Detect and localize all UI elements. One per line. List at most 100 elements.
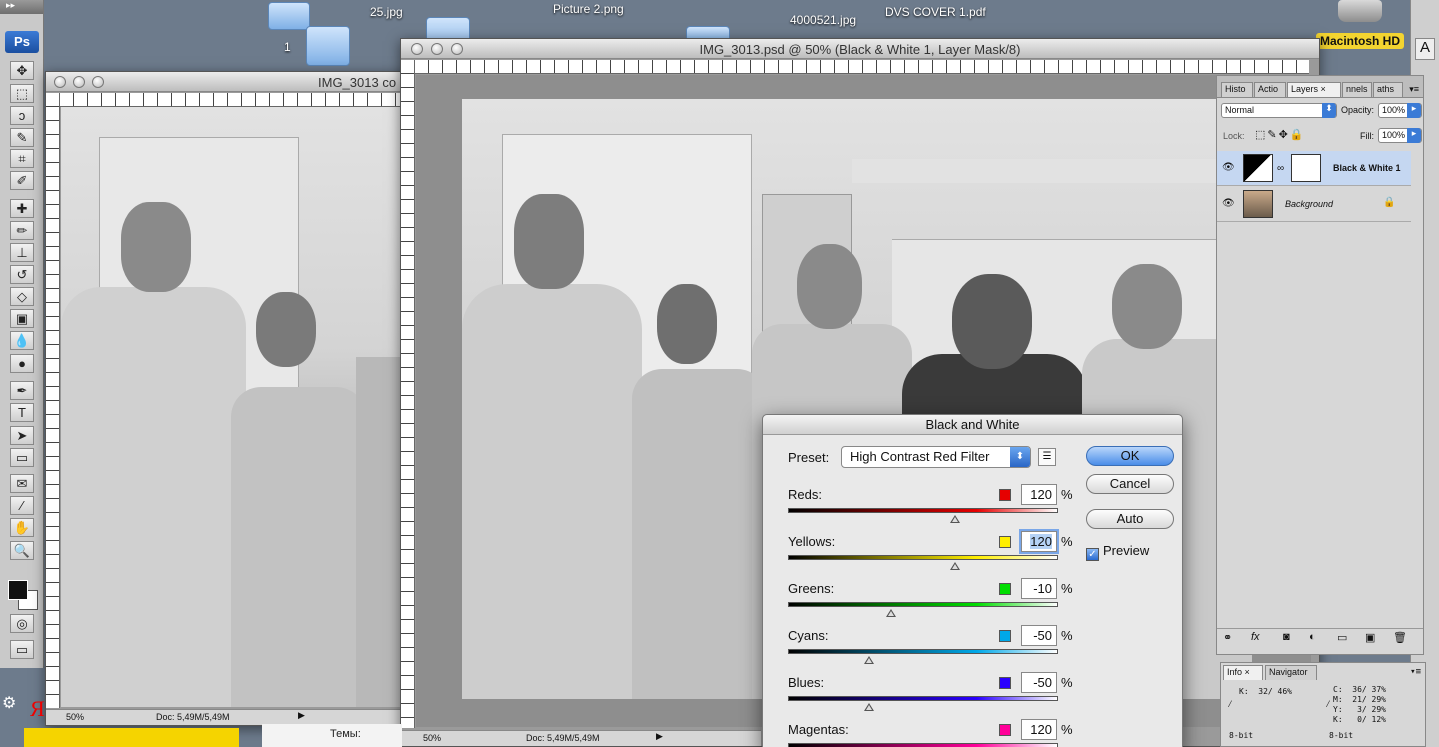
quick-select-tool-icon[interactable]: ✎ xyxy=(10,128,34,147)
tab-info[interactable]: Info × xyxy=(1223,665,1263,680)
brush-tool-icon[interactable]: ✏ xyxy=(10,221,34,240)
slider-thumb[interactable] xyxy=(864,656,874,664)
eye-icon[interactable]: 👁 xyxy=(1222,162,1235,173)
tools-titlebar[interactable]: ▸▸ xyxy=(0,0,43,14)
value-input[interactable]: 120 xyxy=(1019,529,1059,554)
gear-icon[interactable]: ⚙ xyxy=(2,693,16,713)
slider-thumb[interactable] xyxy=(864,703,874,711)
shape-tool-icon[interactable]: ▭ xyxy=(10,448,34,467)
value-input[interactable]: 120 xyxy=(1021,719,1057,740)
eyedropper2-tool-icon[interactable]: ⁄ xyxy=(10,496,34,515)
blend-mode-select[interactable]: Normal ⬍ xyxy=(1221,103,1337,118)
preset-options-icon[interactable]: ☰ xyxy=(1038,448,1056,466)
desktop-file-picture2[interactable]: Picture 2.png xyxy=(553,2,624,16)
value-input[interactable]: -50 xyxy=(1021,625,1057,646)
zoom-tool-icon[interactable]: 🔍 xyxy=(10,541,34,560)
pen-tool-icon[interactable]: ✒ xyxy=(10,381,34,400)
notes-tool-icon[interactable]: ✉ xyxy=(10,474,34,493)
eye-icon[interactable]: 👁 xyxy=(1222,198,1235,209)
tab-history[interactable]: Histo xyxy=(1221,82,1253,97)
status-arrow-icon[interactable]: ▶ xyxy=(656,731,663,742)
screen-mode-icon[interactable]: ▭ xyxy=(10,640,34,659)
main-window-titlebar[interactable]: IMG_3013.psd @ 50% (Black & White 1, Lay… xyxy=(401,39,1319,59)
opacity-input[interactable]: 100% ▸ xyxy=(1378,103,1422,118)
dodge-tool-icon[interactable]: ● xyxy=(10,354,34,373)
foreground-color-swatch[interactable] xyxy=(8,580,28,600)
slider-thumb[interactable] xyxy=(950,515,961,523)
hard-drive-icon[interactable] xyxy=(1338,0,1382,22)
clone-stamp-tool-icon[interactable]: ⊥ xyxy=(10,243,34,262)
layer-mask-thumb[interactable] xyxy=(1291,154,1321,182)
photoshop-badge[interactable]: Ps xyxy=(5,31,39,53)
desktop-file-dvs-cover[interactable]: DVS COVER 1.pdf xyxy=(885,5,986,19)
crop-tool-icon[interactable]: ⌗ xyxy=(10,149,34,168)
cancel-button[interactable]: Cancel xyxy=(1086,474,1174,494)
type-tool-icon[interactable]: T xyxy=(10,403,34,422)
path-select-tool-icon[interactable]: ➤ xyxy=(10,426,34,445)
desktop-folder-1[interactable]: 1 xyxy=(284,40,291,54)
value-input[interactable]: -50 xyxy=(1021,672,1057,693)
new-group-icon[interactable]: ▭ xyxy=(1337,631,1347,644)
slider-track[interactable] xyxy=(788,602,1058,607)
adjustment-layer-icon[interactable]: ◐ xyxy=(1309,631,1316,643)
panel-menu-icon[interactable]: ▾≡ xyxy=(1409,84,1419,95)
value-input[interactable]: 120 xyxy=(1021,484,1057,505)
zoom-level[interactable]: 50% xyxy=(423,733,441,743)
folder-icon[interactable] xyxy=(268,2,310,30)
minimize-button[interactable] xyxy=(73,76,85,88)
eyedropper-tool-icon[interactable]: ✐ xyxy=(10,171,34,190)
preview-checkbox[interactable]: ✓ Preview xyxy=(1086,543,1149,561)
hard-drive-label[interactable]: Macintosh HD xyxy=(1316,33,1405,49)
slider-track[interactable] xyxy=(788,649,1058,654)
yandex-logo[interactable]: Я xyxy=(30,696,45,722)
status-arrow-icon[interactable]: ▶ xyxy=(298,710,305,721)
slider-thumb[interactable] xyxy=(885,609,896,617)
auto-button[interactable]: Auto xyxy=(1086,509,1174,529)
zoom-button[interactable] xyxy=(92,76,104,88)
desktop-file-25jpg[interactable]: 25.jpg xyxy=(370,5,403,19)
marquee-tool-icon[interactable]: ⬚ xyxy=(10,84,34,103)
link-layers-icon[interactable]: ⚭ xyxy=(1223,631,1232,644)
gradient-tool-icon[interactable]: ▣ xyxy=(10,309,34,328)
tab-navigator[interactable]: Navigator xyxy=(1265,665,1317,680)
layer-row-background[interactable]: 👁 Background 🔒 xyxy=(1217,187,1411,222)
layer-row-black-white[interactable]: 👁 ∞ Black & White 1 xyxy=(1217,151,1411,186)
tab-channels[interactable]: nnels xyxy=(1342,82,1372,97)
preset-select[interactable]: High Contrast Red Filter ⬍ xyxy=(841,446,1031,468)
value-input[interactable]: -10 xyxy=(1021,578,1057,599)
panel-menu-icon[interactable]: ▾≡ xyxy=(1410,667,1421,677)
ok-button[interactable]: OK xyxy=(1086,446,1174,466)
slider-track[interactable] xyxy=(788,743,1058,747)
move-tool-icon[interactable]: ✥ xyxy=(10,61,34,80)
new-layer-icon[interactable]: ▣ xyxy=(1365,631,1375,644)
hand-tool-icon[interactable]: ✋ xyxy=(10,518,34,537)
close-icon[interactable]: × xyxy=(1245,667,1250,677)
tab-layers[interactable]: Layers × xyxy=(1287,82,1341,97)
zoom-level[interactable]: 50% xyxy=(66,712,84,722)
history-brush-tool-icon[interactable]: ↺ xyxy=(10,265,34,284)
type-panel-icon[interactable]: A xyxy=(1415,38,1435,60)
add-mask-icon[interactable]: ◙ xyxy=(1283,631,1290,643)
lasso-tool-icon[interactable]: ↄ xyxy=(10,106,34,125)
tab-paths[interactable]: aths xyxy=(1373,82,1403,97)
trash-icon[interactable]: 🗑 xyxy=(1393,631,1407,644)
slider-track[interactable] xyxy=(788,508,1058,513)
tab-actions[interactable]: Actio xyxy=(1254,82,1286,97)
fx-icon[interactable]: fx xyxy=(1251,631,1260,643)
healing-tool-icon[interactable]: ✚ xyxy=(10,199,34,218)
chain-link-icon[interactable]: ∞ xyxy=(1277,163,1284,174)
blur-tool-icon[interactable]: 💧 xyxy=(10,331,34,350)
doc-size[interactable]: Doc: 5,49M/5,49M xyxy=(526,733,600,743)
close-button[interactable] xyxy=(54,76,66,88)
folder-icon[interactable] xyxy=(306,26,350,66)
quick-mask-icon[interactable]: ◎ xyxy=(10,614,34,633)
slider-track[interactable] xyxy=(788,696,1058,701)
eraser-tool-icon[interactable]: ◇ xyxy=(10,287,34,306)
slider-track[interactable] xyxy=(788,555,1058,560)
slider-thumb[interactable] xyxy=(950,562,961,570)
desktop-file-4000521[interactable]: 4000521.jpg xyxy=(790,13,856,27)
lock-icons[interactable]: ⬚✎✥🔒 xyxy=(1255,128,1306,141)
doc-size[interactable]: Doc: 5,49M/5,49M xyxy=(156,712,230,722)
fill-input[interactable]: 100% ▸ xyxy=(1378,128,1422,143)
close-icon[interactable]: × xyxy=(1321,84,1326,94)
